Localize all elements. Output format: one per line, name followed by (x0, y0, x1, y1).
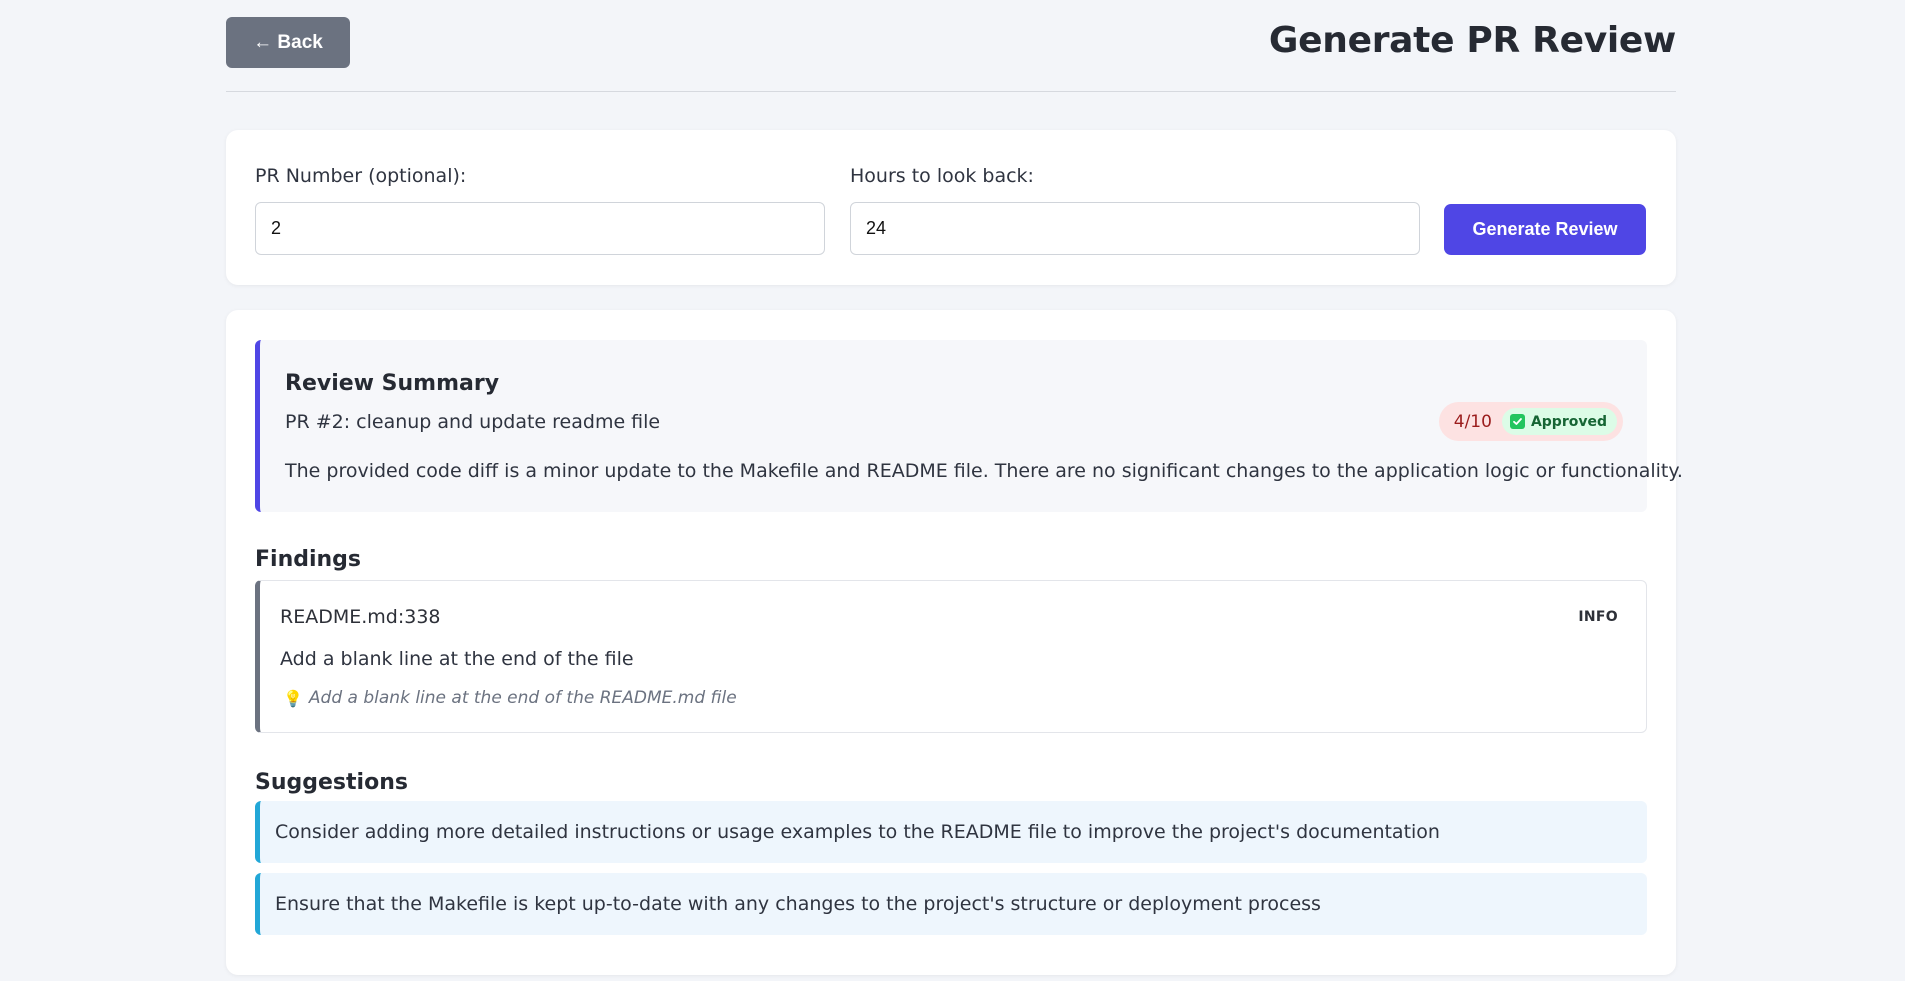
suggestions-heading: Suggestions (255, 770, 408, 795)
score-pill: 4/10 Approved (1438, 402, 1623, 441)
header: ← Back Generate PR Review (226, 0, 1676, 92)
review-form: PR Number (optional): 2 Hours to look ba… (226, 130, 1676, 285)
summary-text: The provided code diff is a minor update… (285, 460, 1683, 482)
suggestion-item: Ensure that the Makefile is kept up-to-d… (255, 873, 1647, 935)
status-label: Approved (1530, 413, 1607, 430)
finding-suggestion: 💡 Add a blank line at the end of the REA… (283, 688, 737, 708)
findings-heading: Findings (255, 547, 362, 572)
severity-badge: INFO (1578, 609, 1618, 625)
hours-label: Hours to look back: (850, 165, 1034, 187)
page-title: Generate PR Review (1268, 20, 1676, 61)
summary-heading: Review Summary (285, 371, 500, 396)
pr-number-input[interactable]: 2 (255, 202, 825, 255)
back-button[interactable]: ← Back (226, 17, 350, 68)
finding-item: README.md:338 INFO Add a blank line at t… (255, 580, 1647, 733)
generate-review-button[interactable]: Generate Review (1444, 204, 1646, 255)
finding-suggestion-text: Add a blank line at the end of the READM… (308, 688, 737, 708)
hours-input[interactable]: 24 (850, 202, 1420, 255)
pr-number-label: PR Number (optional): (255, 165, 467, 187)
review-summary: Review Summary PR #2: cleanup and update… (255, 340, 1683, 512)
review-result: Review Summary PR #2: cleanup and update… (226, 310, 1683, 975)
pr-title: PR #2: cleanup and update readme file (285, 411, 661, 433)
check-icon (1509, 414, 1525, 429)
status-badge: Approved (1501, 408, 1617, 435)
finding-message: Add a blank line at the end of the file (280, 648, 634, 670)
lightbulb-icon: 💡 (283, 688, 303, 708)
finding-location: README.md:338 (280, 606, 441, 628)
score-value: 4/10 (1453, 411, 1492, 432)
app-container: ← Back Generate PR Review PR Number (opt… (226, 0, 1683, 975)
suggestion-item: Consider adding more detailed instructio… (255, 801, 1647, 863)
